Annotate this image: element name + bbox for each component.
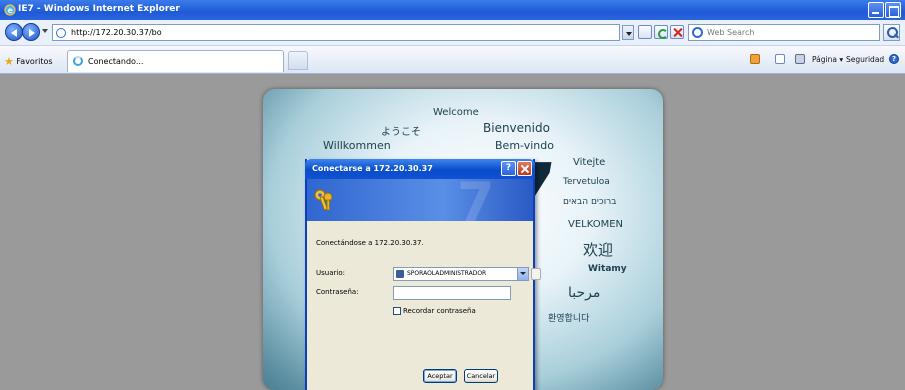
back-button[interactable] [5, 23, 23, 41]
tab-label: Conectando... [88, 57, 144, 66]
safety-menu-label: Seguridad [846, 55, 885, 64]
command-bar: ★ Favoritos Conectando... Página ▾ Segur… [0, 46, 905, 74]
greeting: مرحبا [568, 285, 601, 301]
greeting: VELKOMEN [568, 219, 624, 230]
page-icon-button[interactable] [638, 25, 652, 39]
login-dialog: Conectarse a 172.20.30.37 ? 7 Conectándo… [305, 159, 541, 390]
ie-logo-icon: e [4, 4, 16, 16]
banner-watermark: 7 [457, 179, 495, 221]
keys-icon [314, 189, 333, 211]
search-field[interactable] [688, 24, 880, 41]
window-titlebar: e IE7 - Windows Internet Explorer [0, 0, 905, 20]
dialog-banner: 7 [307, 179, 533, 221]
maximize-button[interactable] [885, 2, 901, 18]
greeting: Bem-vindo [495, 139, 554, 152]
favorites-label: Favoritos [16, 57, 53, 66]
recent-pages-dropdown[interactable] [42, 29, 48, 33]
connect-message: Conectándose a 172.20.30.37. [316, 239, 424, 247]
print-icon[interactable] [795, 54, 805, 64]
help-icon[interactable]: ? [889, 54, 899, 64]
greeting: Welcome [433, 107, 479, 118]
page-icon [56, 28, 66, 38]
dialog-title: Conectarse a 172.20.30.37 [312, 164, 433, 173]
checkbox-box[interactable] [393, 307, 401, 315]
username-label: Usuario: [316, 269, 345, 277]
user-browse-button[interactable] [531, 268, 541, 280]
password-field[interactable] [393, 286, 511, 300]
search-input[interactable] [707, 26, 875, 39]
remember-password-label: Recordar contraseña [403, 307, 476, 315]
page-menu[interactable]: Página ▾ [812, 55, 843, 64]
password-label: Contraseña: [316, 288, 359, 296]
stop-icon[interactable] [670, 25, 684, 39]
greeting: Tervetuloa [563, 177, 610, 187]
close-icon[interactable] [517, 161, 532, 176]
greeting: ברוכים הבאים [563, 197, 617, 207]
safety-menu[interactable]: Seguridad [846, 55, 884, 64]
favorites-star-icon: ★ [4, 55, 14, 68]
minimize-button[interactable] [868, 2, 884, 18]
search-provider-icon [692, 27, 703, 38]
new-tab-button[interactable] [288, 51, 308, 70]
greeting: Witamy [588, 264, 627, 274]
feeds-icon[interactable] [775, 54, 785, 64]
password-input[interactable] [394, 287, 510, 299]
dialog-titlebar: Conectarse a 172.20.30.37 ? [305, 159, 535, 179]
cancel-button[interactable]: Cancelar [464, 369, 498, 383]
home-icon[interactable] [750, 54, 760, 64]
svg-text:e: e [8, 6, 14, 15]
address-dropdown-button[interactable] [622, 25, 634, 40]
url-text[interactable]: http://172.20.30.37/bo [71, 28, 162, 37]
address-field[interactable]: http://172.20.30.37/bo [52, 24, 620, 41]
user-icon [396, 270, 404, 278]
refresh-icon[interactable] [654, 25, 668, 39]
forward-button[interactable] [22, 23, 40, 41]
favorites-button[interactable]: ★ Favoritos [4, 54, 53, 68]
greeting: ようこそ [381, 127, 421, 138]
greeting: Vitejte [573, 157, 606, 168]
username-combobox[interactable]: SPORAOLADMINISTRADOR [393, 267, 529, 281]
window-title: IE7 - Windows Internet Explorer [18, 4, 180, 14]
address-toolbar: http://172.20.30.37/bo [0, 20, 905, 46]
tab-current[interactable]: Conectando... [67, 50, 284, 72]
ok-button[interactable]: Aceptar [423, 369, 457, 383]
greeting: 환영합니다 [548, 314, 590, 324]
page-menu-label: Página [812, 55, 837, 64]
greeting: Willkommen [323, 139, 391, 152]
search-icon[interactable] [883, 24, 900, 41]
greeting: 欢迎 [583, 241, 614, 259]
remember-password-checkbox[interactable]: Recordar contraseña [393, 307, 476, 315]
greeting: Bienvenido [483, 121, 550, 135]
chevron-down-icon[interactable] [517, 268, 528, 280]
dialog-help-button[interactable]: ? [501, 161, 516, 176]
loading-icon [73, 56, 83, 66]
username-value: SPORAOLADMINISTRADOR [407, 270, 487, 277]
